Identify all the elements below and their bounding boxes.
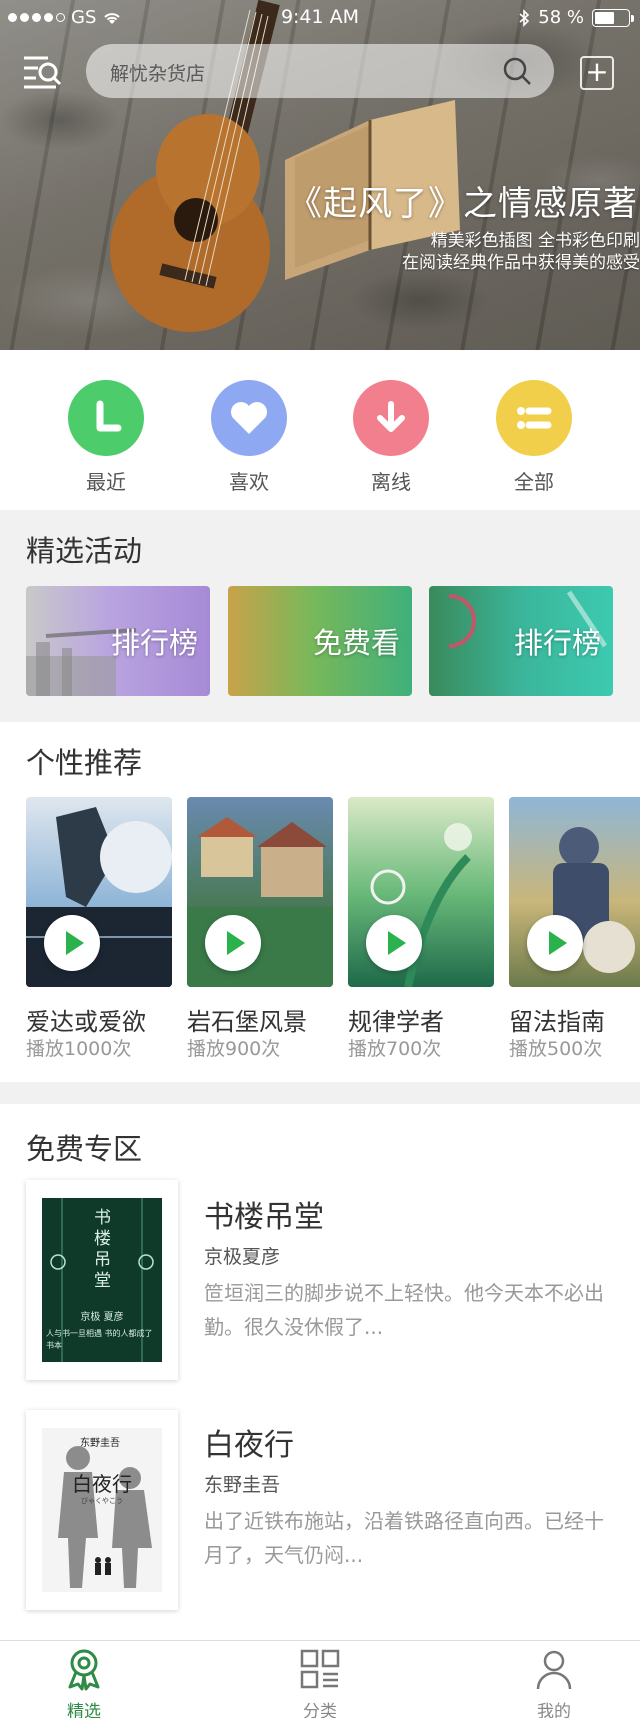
- tab-bar: 精选 分类 我的: [0, 1640, 640, 1718]
- quick-action-label: 离线: [371, 470, 411, 494]
- tab-label: 我的: [537, 1702, 571, 1718]
- activity-card-ranking-2[interactable]: 排行榜: [429, 586, 613, 696]
- cover-author: 东野圭吾: [80, 1438, 120, 1449]
- book-cover-art: 书楼吊堂 京极 夏彦 人与书一旦相遇 书的人都成了书本: [42, 1198, 162, 1362]
- recommend-title[interactable]: 爱达或爱欲: [26, 1002, 146, 1037]
- book-author: 东野圭吾: [204, 1474, 281, 1496]
- activity-card-ranking[interactable]: 排行榜: [26, 586, 210, 696]
- search-icon[interactable]: [502, 56, 532, 86]
- grid-list-icon: [300, 1649, 340, 1689]
- cover-title: 书楼吊堂: [94, 1208, 111, 1291]
- list-icon: [517, 407, 552, 429]
- bluetooth-icon: [519, 8, 530, 27]
- book-title[interactable]: 白夜行: [204, 1420, 294, 1464]
- qa-circle-offline: [353, 380, 429, 456]
- recommend-card[interactable]: [509, 797, 640, 987]
- battery-percent: 58 %: [538, 7, 584, 28]
- book-description: 出了近铁布施站，沿着铁路径直向西。已经十月了，天气仍闷...: [204, 1509, 604, 1567]
- quick-action-offline[interactable]: 离线: [341, 380, 441, 495]
- activity-label: 排行榜: [513, 626, 601, 660]
- recommend-title[interactable]: 岩石堡风景: [187, 1002, 307, 1037]
- qa-circle-all: [496, 380, 572, 456]
- quick-action-all[interactable]: 全部: [484, 380, 584, 495]
- tab-category[interactable]: 分类: [260, 1647, 380, 1718]
- section-title-free: 免费专区: [26, 1132, 143, 1166]
- tab-label: 精选: [67, 1702, 101, 1718]
- book-description: 笸垣润三的脚步说不上轻快。他今天本不必出勤。很久没休假了...: [204, 1281, 604, 1339]
- banner-subtitle-line1: 精美彩色插图 全书彩色印刷: [430, 231, 640, 251]
- search-placeholder: 解忧杂货店: [110, 63, 206, 85]
- book-title[interactable]: 书楼吊堂: [204, 1192, 324, 1236]
- quick-action-like[interactable]: 喜欢: [199, 380, 299, 495]
- play-icon[interactable]: [527, 915, 583, 971]
- recommend-play-count: 播放1000次: [26, 1038, 132, 1060]
- cover-title: 白夜行: [72, 1472, 132, 1496]
- user-icon: [536, 1650, 572, 1690]
- book-cover[interactable]: 书楼吊堂 京极 夏彦 人与书一旦相遇 书的人都成了书本: [26, 1180, 178, 1380]
- qa-circle-like: [211, 380, 287, 456]
- activity-label: 免费看: [312, 626, 400, 660]
- cover-romaji: びゃくやこう: [81, 1497, 123, 1505]
- qa-circle-recent: [68, 380, 144, 456]
- free-zone-section: 免费专区 书楼吊堂 京极 夏彦 人与书一旦相遇 书的人都成了书本 书楼吊堂 京极…: [0, 1104, 640, 1640]
- cover-silhouette: [58, 1446, 152, 1588]
- quick-action-label: 最近: [86, 470, 126, 494]
- activity-card-free[interactable]: 免费看: [228, 586, 412, 696]
- battery-level: [595, 11, 614, 24]
- banner-title: 《起风了》之情感原著: [288, 184, 638, 224]
- tab-mine[interactable]: 我的: [494, 1647, 614, 1718]
- banner-subtitle: 精美彩色插图 全书彩色印刷 在阅读经典作品中获得美的感受: [320, 230, 640, 274]
- quick-action-label: 全部: [514, 470, 554, 494]
- quick-actions: 最近 喜欢 离线 全部: [0, 350, 640, 510]
- book-cover-art: 东野圭吾 白夜行 びゃくやこう: [42, 1428, 162, 1592]
- recommend-card[interactable]: [348, 797, 494, 987]
- download-icon: [377, 401, 405, 432]
- tab-featured[interactable]: 精选: [24, 1647, 144, 1718]
- section-title-activities: 精选活动: [26, 534, 143, 568]
- recommend-play-count: 播放700次: [348, 1038, 442, 1060]
- section-title-recommend: 个性推荐: [26, 746, 143, 780]
- book-author: 京极夏彦: [204, 1246, 281, 1268]
- cover-tagline: 人与书一旦相遇 书的人都成了书本: [46, 1329, 153, 1350]
- heart-icon: [231, 402, 267, 434]
- play-icon[interactable]: [366, 915, 422, 971]
- search-input[interactable]: 解忧杂货店: [86, 44, 554, 98]
- battery-icon: [592, 8, 634, 27]
- hero-banner[interactable]: GS 9:41 AM 58 % 解忧杂货店 + 《起风了》之情感原著 精美彩色插…: [0, 0, 640, 350]
- activity-label: 排行榜: [110, 626, 198, 660]
- recommend-card[interactable]: [26, 797, 172, 987]
- banner-subtitle-line2: 在阅读经典作品中获得美的感受: [402, 253, 640, 273]
- menu-icon[interactable]: [22, 54, 62, 90]
- quick-action-recent[interactable]: 最近: [56, 380, 156, 495]
- play-icon[interactable]: [44, 915, 100, 971]
- recommend-play-count: 播放500次: [509, 1038, 603, 1060]
- play-icon[interactable]: [205, 915, 261, 971]
- recommend-card[interactable]: [187, 797, 333, 987]
- tab-label: 分类: [303, 1702, 337, 1718]
- award-icon: [68, 1649, 100, 1691]
- book-cover[interactable]: 东野圭吾 白夜行 びゃくやこう: [26, 1410, 178, 1610]
- recommend-play-count: 播放900次: [187, 1038, 281, 1060]
- recommend-title[interactable]: 留法指南: [509, 1002, 605, 1037]
- add-icon[interactable]: +: [580, 56, 614, 90]
- recommend-title[interactable]: 规律学者: [348, 1002, 444, 1037]
- quick-action-label: 喜欢: [229, 470, 269, 494]
- status-bar: GS 9:41 AM 58 %: [0, 0, 640, 36]
- clock-icon: [96, 400, 122, 432]
- cover-author: 京极 夏彦: [80, 1312, 124, 1323]
